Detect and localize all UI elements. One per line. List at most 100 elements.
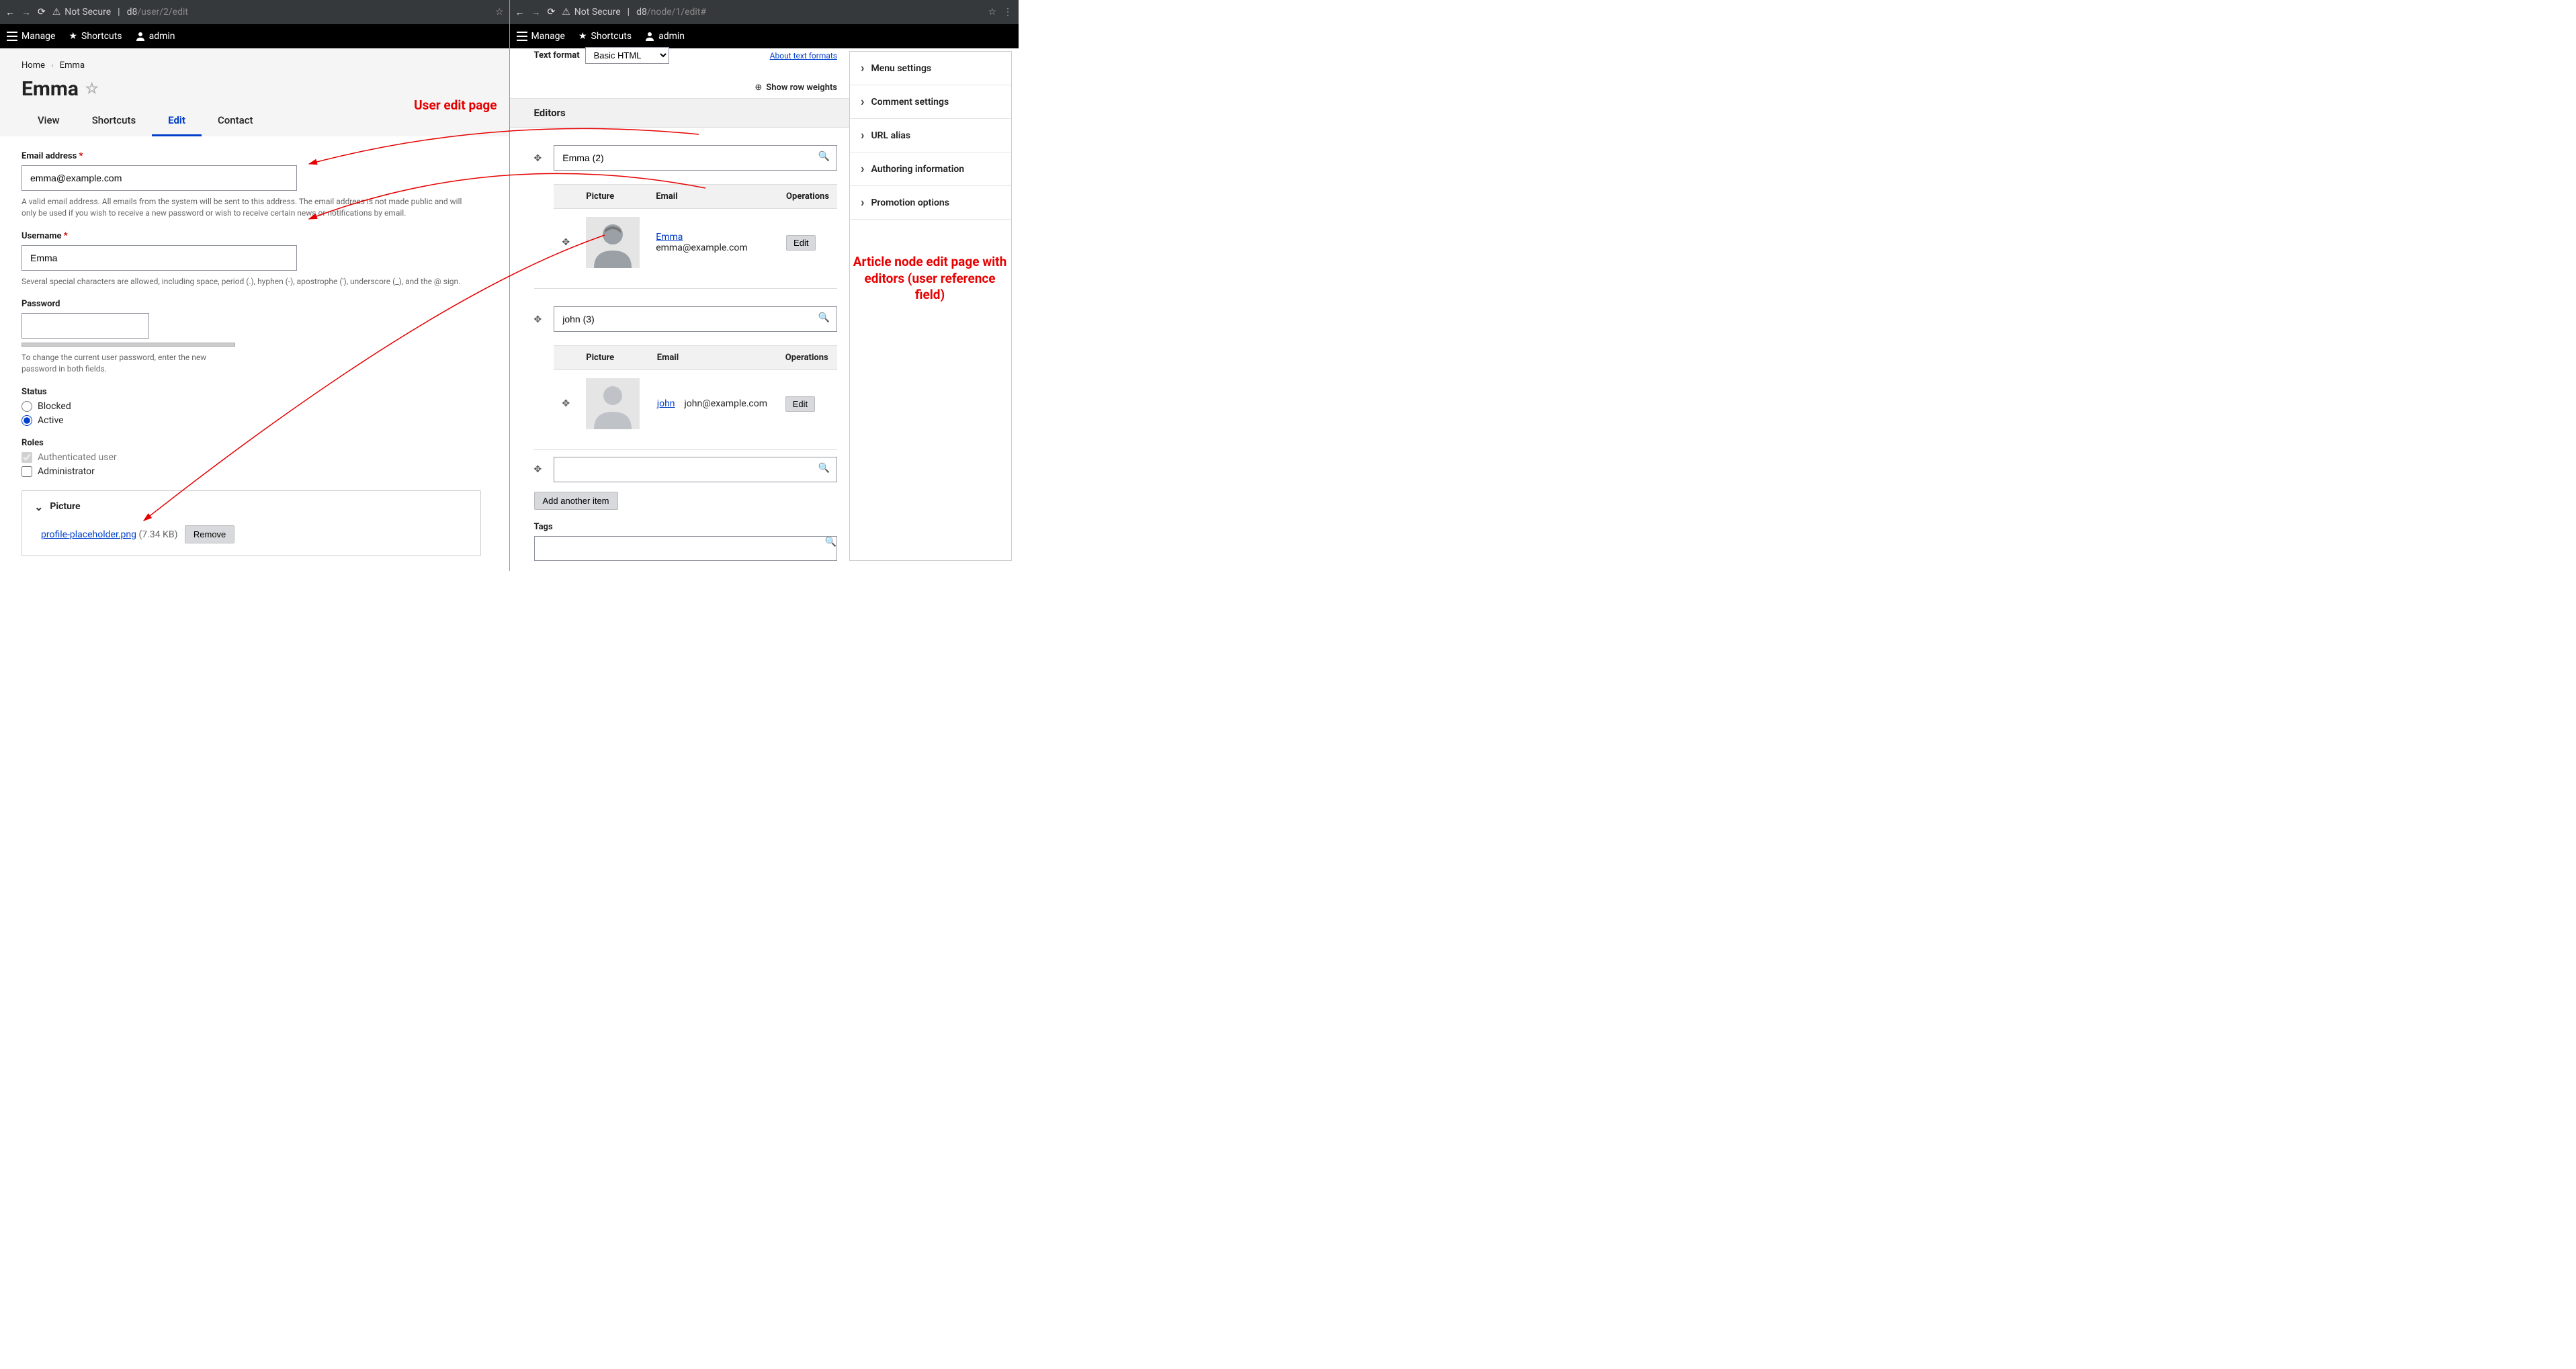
tags-input[interactable]: 🔍 xyxy=(534,536,838,561)
status-blocked-row[interactable]: Blocked xyxy=(22,401,488,412)
sidebar-authoring-info[interactable]: Authoring information xyxy=(850,152,1011,186)
drag-handle-icon[interactable]: ✥ xyxy=(562,398,570,409)
crosshair-icon: ⊕ xyxy=(755,83,762,93)
role-authenticated-label: Authenticated user xyxy=(38,452,117,463)
email-field[interactable] xyxy=(22,165,297,191)
col-picture: Picture xyxy=(578,185,648,209)
editor-name-link[interactable]: john xyxy=(657,398,675,409)
table-row: ✥ john john@example.com xyxy=(554,370,837,438)
picture-summary[interactable]: Picture xyxy=(22,491,480,523)
bookmark-star-icon[interactable]: ☆ xyxy=(988,7,996,17)
drag-handle-icon[interactable]: ✥ xyxy=(562,237,570,248)
page-title: Emma ☆ xyxy=(22,77,488,101)
drag-handle-icon[interactable]: ✥ xyxy=(534,153,542,164)
security-label: Not Secure xyxy=(65,7,111,17)
tab-view[interactable]: View xyxy=(22,106,76,136)
editor-email: john@example.com xyxy=(684,398,767,409)
editor-autocomplete-empty[interactable]: 🔍 xyxy=(554,457,837,482)
search-icon: 🔍 xyxy=(812,457,836,482)
drag-handle-icon[interactable]: ✥ xyxy=(534,314,542,325)
col-email: Email xyxy=(648,185,778,209)
manage-menu[interactable]: Manage xyxy=(517,31,565,42)
editor-autocomplete-input[interactable] xyxy=(554,307,811,331)
drag-handle-icon[interactable]: ✥ xyxy=(534,464,542,475)
back-icon[interactable]: ← xyxy=(515,7,525,18)
search-icon: 🔍 xyxy=(812,146,836,170)
url-host[interactable]: d8 xyxy=(127,7,138,17)
text-format-label: Text format xyxy=(534,50,580,60)
sidebar-promotion-options[interactable]: Promotion options xyxy=(850,186,1011,220)
status-blocked-label: Blocked xyxy=(38,401,71,412)
role-authenticated-checkbox xyxy=(22,452,32,463)
breadcrumb-current: Emma xyxy=(60,60,85,71)
user-edit-pane: ← → ⟳ ⚠Not Secure | d8/user/2/edit ☆ Man… xyxy=(0,0,510,571)
admin-toolbar: Manage ★ Shortcuts admin xyxy=(510,24,1019,48)
url-path[interactable]: /user/2/edit xyxy=(137,7,188,17)
bookmark-star-icon[interactable]: ☆ xyxy=(495,7,504,17)
warning-icon: ⚠ xyxy=(562,7,570,17)
remove-picture-button[interactable]: Remove xyxy=(185,525,234,543)
username-field[interactable] xyxy=(22,245,297,271)
avatar xyxy=(586,217,640,268)
editor-autocomplete[interactable]: 🔍 xyxy=(554,145,837,171)
browser-menu-icon[interactable]: ⋮ xyxy=(1003,7,1013,17)
url-host[interactable]: d8 xyxy=(636,7,647,17)
warning-icon: ⚠ xyxy=(52,7,61,17)
reload-icon[interactable]: ⟳ xyxy=(548,7,556,17)
security-label: Not Secure xyxy=(574,7,621,17)
shortcut-star-icon[interactable]: ☆ xyxy=(85,81,99,97)
breadcrumb-home[interactable]: Home xyxy=(22,60,45,71)
status-active-label: Active xyxy=(38,415,64,426)
node-settings-sidebar: Menu settings Comment settings URL alias… xyxy=(849,51,1012,561)
node-edit-pane: ← → ⟳ ⚠Not Secure | d8/node/1/edit# ☆ ⋮ … xyxy=(510,0,1019,571)
shortcuts-menu[interactable]: ★ Shortcuts xyxy=(69,31,122,42)
tab-contact[interactable]: Contact xyxy=(202,106,269,136)
user-label: admin xyxy=(149,31,175,42)
sidebar-comment-settings[interactable]: Comment settings xyxy=(850,85,1011,119)
manage-label: Manage xyxy=(22,31,55,42)
status-blocked-radio[interactable] xyxy=(22,401,32,412)
sidebar-menu-settings[interactable]: Menu settings xyxy=(850,52,1011,85)
tab-shortcuts[interactable]: Shortcuts xyxy=(76,106,152,136)
status-label: Status xyxy=(22,387,488,397)
search-icon: 🔍 xyxy=(825,537,836,560)
back-icon[interactable]: ← xyxy=(5,7,15,18)
role-authenticated-row: Authenticated user xyxy=(22,452,488,463)
edit-button[interactable]: Edit xyxy=(786,235,816,251)
sidebar-url-alias[interactable]: URL alias xyxy=(850,119,1011,152)
tags-field[interactable] xyxy=(535,537,825,560)
text-format-select[interactable]: Basic HTML xyxy=(585,47,669,64)
roles-label: Roles xyxy=(22,438,488,448)
show-row-weights-link[interactable]: Show row weights xyxy=(766,83,837,93)
email-label: Email address * xyxy=(22,151,488,161)
search-icon: 🔍 xyxy=(812,307,836,331)
user-edit-form: Email address * A valid email address. A… xyxy=(0,136,509,571)
status-active-row[interactable]: Active xyxy=(22,415,488,426)
page-header-area: Home › Emma Emma ☆ View Shortcuts Edit C… xyxy=(0,48,509,136)
user-menu[interactable]: admin xyxy=(645,31,685,42)
chevron-down-icon xyxy=(34,500,43,513)
picture-file-link[interactable]: profile-placeholder.png xyxy=(41,529,136,540)
shortcuts-menu[interactable]: ★ Shortcuts xyxy=(578,31,632,42)
password-field[interactable] xyxy=(22,313,149,339)
primary-tabs: View Shortcuts Edit Contact xyxy=(22,106,488,136)
admin-toolbar: Manage ★ Shortcuts admin xyxy=(0,24,509,48)
about-text-formats-link[interactable]: About text formats xyxy=(770,51,837,60)
editor-autocomplete-input[interactable] xyxy=(554,146,811,170)
manage-menu[interactable]: Manage xyxy=(7,31,55,42)
picture-label: Picture xyxy=(50,501,80,512)
role-administrator-checkbox[interactable] xyxy=(22,466,32,477)
role-administrator-row[interactable]: Administrator xyxy=(22,466,488,477)
user-menu[interactable]: admin xyxy=(136,31,175,42)
editor-autocomplete-input[interactable] xyxy=(554,457,811,482)
editor-name-link[interactable]: Emma xyxy=(656,232,683,242)
reload-icon[interactable]: ⟳ xyxy=(38,7,46,17)
url-path[interactable]: /node/1/edit# xyxy=(647,7,706,17)
edit-button[interactable]: Edit xyxy=(785,396,815,412)
star-icon: ★ xyxy=(69,31,77,42)
editor-autocomplete[interactable]: 🔍 xyxy=(554,306,837,332)
add-another-button[interactable]: Add another item xyxy=(534,492,618,510)
tab-edit[interactable]: Edit xyxy=(152,106,202,136)
username-help: Several special characters are allowed, … xyxy=(22,276,465,288)
status-active-radio[interactable] xyxy=(22,415,32,426)
